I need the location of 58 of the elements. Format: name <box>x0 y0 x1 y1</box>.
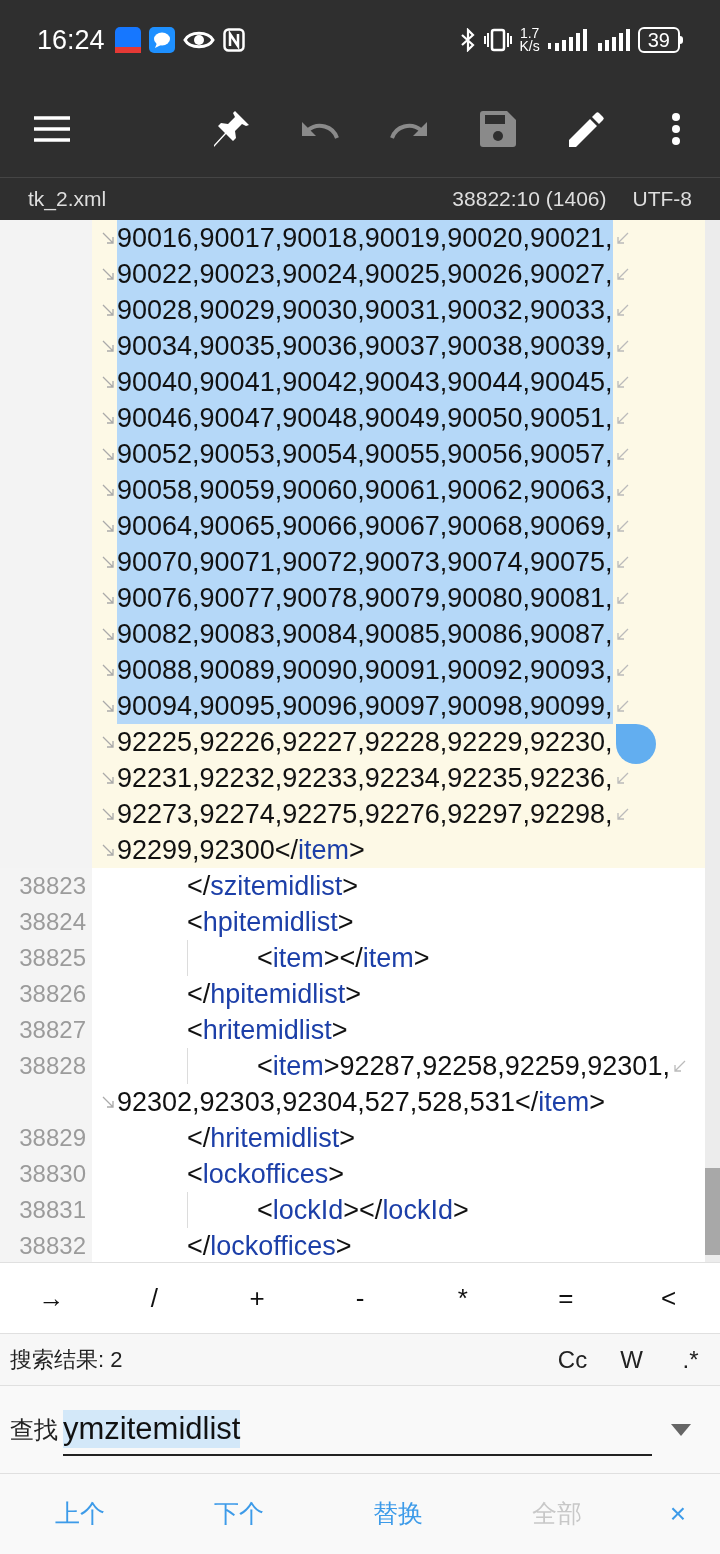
find-label: 查找 <box>10 1414 58 1445</box>
bluetooth-icon <box>459 28 476 52</box>
code-line: 92273,92274,92275,92276,92297,92298, <box>117 798 613 831</box>
code-line: 92299,92300</item> <box>117 834 365 867</box>
code-line: <item></item> <box>257 942 430 975</box>
network-speed-value: 1.7 <box>519 27 540 40</box>
nfc-icon <box>222 28 245 52</box>
line-number: 38823 <box>19 871 86 901</box>
app-icon <box>114 27 141 53</box>
code-line: </hpitemidlist> <box>187 978 362 1011</box>
vibrate-icon <box>483 28 512 52</box>
pencil-icon <box>568 110 605 147</box>
line-number: 38829 <box>19 1123 86 1153</box>
find-input-field[interactable]: ymzitemidlist <box>63 1403 652 1456</box>
search-option-toggle[interactable]: .* <box>661 1333 720 1386</box>
line-number: 38828 <box>19 1051 86 1081</box>
symbol-key[interactable]: < <box>617 1263 720 1333</box>
line-number: 38825 <box>19 943 86 973</box>
file-name: tk_2.xml <box>28 186 107 213</box>
chat-bubble-icon <box>148 27 175 53</box>
battery-indicator: 39 <box>637 27 683 53</box>
network-speed-unit: K/s <box>519 40 540 53</box>
line-number: 38824 <box>19 907 86 937</box>
cursor-position: 38822:10 (1406) <box>452 186 607 213</box>
symbol-key[interactable]: + <box>205 1263 309 1333</box>
dropdown-arrow-icon[interactable] <box>671 1423 691 1436</box>
line-number: 38830 <box>19 1159 86 1189</box>
code-line: </szitemidlist> <box>187 870 359 903</box>
symbol-key[interactable]: → <box>0 1263 103 1333</box>
symbol-key[interactable]: * <box>411 1263 515 1333</box>
code-line: <hritemidlist> <box>187 1014 348 1047</box>
code-line: 92231,92232,92233,92234,92235,92236, <box>117 762 613 795</box>
code-line: 92225,92226,92227,92228,92229,92230, <box>117 726 613 759</box>
symbol-key[interactable]: = <box>514 1263 618 1333</box>
eye-icon <box>182 29 215 51</box>
line-number: 38832 <box>19 1231 86 1261</box>
code-line: <lockoffices> <box>187 1158 345 1191</box>
status-time: 16:24 <box>37 23 105 57</box>
search-result-count: 搜索结果: 2 <box>10 1346 123 1374</box>
code-line: <hpitemidlist> <box>187 906 354 939</box>
search-option-toggle[interactable]: Cc <box>543 1333 602 1386</box>
code-line: <lockId></lockId> <box>257 1194 469 1227</box>
line-number: 38831 <box>19 1195 86 1225</box>
menu-icon <box>34 115 70 142</box>
code-line: </hritemidlist> <box>187 1122 356 1155</box>
line-number: 38827 <box>19 1015 86 1045</box>
line-number: 38826 <box>19 979 86 1009</box>
scrollbar-thumb[interactable] <box>705 1168 720 1255</box>
signal-icon <box>547 29 590 51</box>
file-encoding: UTF-8 <box>632 186 692 213</box>
signal-icon <box>597 29 630 51</box>
symbol-key[interactable]: / <box>102 1263 206 1333</box>
code-line: </lockoffices> <box>187 1230 352 1262</box>
more-icon <box>670 112 681 145</box>
code-line: 92302,92303,92304,527,528,531</item> <box>117 1086 605 1119</box>
symbol-key[interactable]: - <box>308 1263 412 1333</box>
search-option-toggle[interactable]: W <box>602 1333 661 1386</box>
code-line: <item>92287,92258,92259,92301, <box>257 1050 670 1083</box>
